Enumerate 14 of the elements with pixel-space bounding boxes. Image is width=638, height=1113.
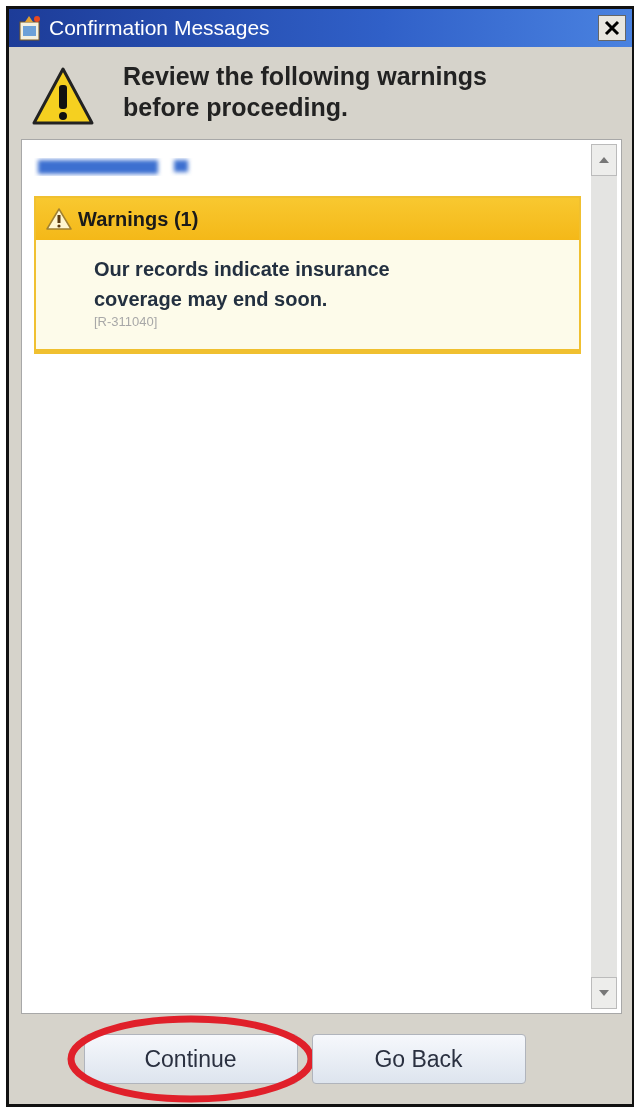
dialog-button[interactable]: Go Back — [311, 1034, 526, 1084]
header-message: Review the following warnings before proceeding. — [123, 61, 488, 123]
app-icon — [17, 14, 43, 42]
warnings-heading: Warnings (1) — [78, 207, 199, 231]
close-button[interactable] — [598, 15, 626, 41]
close-icon — [604, 20, 620, 36]
warning-icon — [46, 207, 72, 231]
scroll-up-icon[interactable] — [599, 157, 609, 163]
window-title: Confirmation Messages — [49, 16, 271, 40]
warning-code: [R-311040] — [94, 314, 159, 329]
scroll-down-icon[interactable] — [599, 990, 609, 996]
warning-message: Our records indicate insurance coverage may end soon. — [94, 257, 391, 312]
dialog-button[interactable]: Continue — [83, 1034, 298, 1084]
scrollbar[interactable] — [591, 144, 617, 1009]
